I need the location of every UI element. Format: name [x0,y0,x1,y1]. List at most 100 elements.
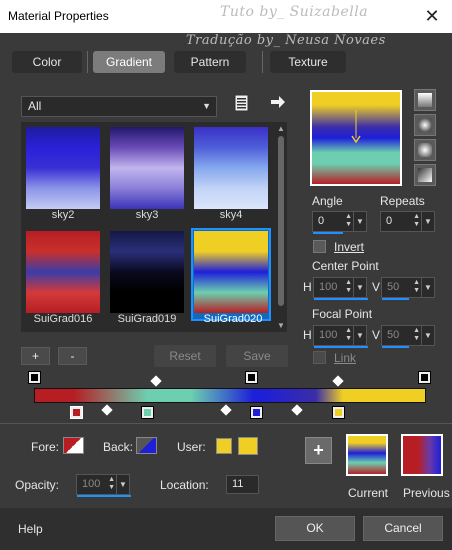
add-swatch-button[interactable]: + [305,437,332,464]
current-label: Current [348,486,389,500]
angle-input[interactable]: 0 ▲ ▼ ▼ [312,211,367,234]
category-dropdown[interactable]: All ▼ [21,96,217,117]
gradient-stop-bar[interactable] [34,388,426,403]
help-link[interactable]: Help [18,522,43,536]
tab-pattern[interactable]: Pattern [174,51,246,73]
transparency-stop-mid[interactable] [245,371,258,384]
scroll-down-icon[interactable]: ▼ [277,321,285,330]
fore-color-swatch[interactable] [63,437,84,454]
angle-slider[interactable] [313,232,343,234]
gradient-swatch [194,127,268,209]
center-h-slider[interactable] [314,298,368,300]
transparency-midpoint[interactable] [332,375,344,387]
spinner-icon[interactable]: ▲ ▼ [345,279,352,295]
back-color-swatch[interactable] [136,437,157,454]
gradient-swatch [26,127,100,209]
angle-handle-icon[interactable] [312,92,400,184]
add-gradient-button[interactable]: + [21,347,50,365]
color-midpoint[interactable] [220,404,232,416]
location-input[interactable]: 11 [226,475,259,494]
style-sunburst-button[interactable] [414,164,436,186]
scroll-up-icon[interactable]: ▲ [277,124,285,133]
color-midpoint[interactable] [291,404,303,416]
opacity-value: 100 [82,478,101,490]
chevron-down-icon[interactable]: ▼ [353,278,366,297]
remove-gradient-button[interactable]: - [58,347,87,365]
gradient-name: sky2 [51,209,75,221]
previous-swatch[interactable] [401,434,443,476]
center-h-input[interactable]: 100 ▲ ▼ ▼ [313,277,368,300]
link-checkbox[interactable] [313,351,326,364]
link-label[interactable]: Link [334,351,356,365]
linear-style-icon [418,93,432,107]
window-title: Material Properties [8,9,109,23]
invert-label[interactable]: Invert [334,240,364,254]
chevron-down-icon[interactable]: ▼ [116,475,129,494]
focal-h-value: 100 [319,329,338,341]
gradient-thumb-suigrad016[interactable]: SuiGrad016 [23,228,103,325]
invert-checkbox[interactable] [313,240,326,253]
library-icon[interactable] [234,94,250,112]
spinner-icon[interactable]: ▲ ▼ [345,213,352,229]
spinner-icon[interactable]: ▲ ▼ [413,279,420,295]
center-v-slider[interactable] [382,298,409,300]
arrow-right-icon[interactable] [270,94,286,110]
color-stop-3[interactable] [250,406,263,419]
reset-button[interactable]: Reset [154,345,216,367]
tab-texture[interactable]: Texture [270,51,346,73]
chevron-down-icon[interactable]: ▼ [421,212,434,231]
gradient-thumb-suigrad020[interactable]: SuiGrad020 [191,228,271,325]
gradient-name: sky4 [219,209,243,221]
focal-h-input[interactable]: 100 ▲ ▼ ▼ [313,325,368,348]
focal-v-input[interactable]: 50 ▲ ▼ ▼ [381,325,435,348]
gradient-thumb-sky2[interactable]: sky2 [23,124,103,221]
style-radial-button[interactable] [414,139,436,161]
current-swatch[interactable] [346,434,388,476]
user-color-swatch-1[interactable] [216,438,232,454]
tab-color[interactable]: Color [12,51,82,73]
chevron-down-icon[interactable]: ▼ [421,278,434,297]
cancel-button[interactable]: Cancel [363,516,443,541]
tab-gradient[interactable]: Gradient [93,51,165,73]
transparency-stop-end[interactable] [418,371,431,384]
chevron-down-icon[interactable]: ▼ [353,212,366,231]
radial-style-icon [418,143,432,157]
color-stop-1[interactable] [70,406,83,419]
location-label: Location: [160,478,209,492]
gradient-swatch [26,231,100,313]
gradient-preview[interactable] [310,90,402,186]
opacity-slider[interactable] [77,495,131,497]
color-stop-4[interactable] [332,406,345,419]
focal-h-label: H [303,328,312,342]
center-v-input[interactable]: 50 ▲ ▼ ▼ [381,277,435,300]
scrollbar-thumb[interactable] [278,136,284,306]
color-stop-2[interactable] [141,406,154,419]
style-linear-button[interactable] [414,89,436,111]
spinner-icon[interactable]: ▲ ▼ [345,327,352,343]
spinner-icon[interactable]: ▲ ▼ [413,213,420,229]
spinner-icon[interactable]: ▲ ▼ [108,476,115,492]
repeats-value: 0 [386,215,393,227]
focal-h-slider[interactable] [314,346,368,348]
chevron-down-icon[interactable]: ▼ [421,326,434,345]
gradient-thumb-sky3[interactable]: sky3 [107,124,187,221]
gradient-thumb-sky4[interactable]: sky4 [191,124,271,221]
sunburst-style-icon [418,168,432,182]
save-button[interactable]: Save [226,345,288,367]
transparency-stop-start[interactable] [28,371,41,384]
library-scrollbar[interactable]: ▲ ▼ [275,122,287,332]
focal-v-slider[interactable] [382,346,409,348]
repeats-input[interactable]: 0 ▲ ▼ ▼ [380,211,435,232]
transparency-midpoint[interactable] [150,375,162,387]
chevron-down-icon[interactable]: ▼ [353,326,366,345]
color-midpoint[interactable] [101,404,113,416]
gradient-thumb-suigrad019[interactable]: SuiGrad019 [107,228,187,325]
user-color-swatch-2[interactable] [238,437,258,455]
ok-button[interactable]: OK [275,516,355,541]
stop-fill [73,409,80,416]
opacity-input[interactable]: 100 ▲ ▼ ▼ [76,474,131,497]
close-icon[interactable]: ✕ [420,4,444,28]
gradient-swatch [110,231,184,313]
style-rectangular-button[interactable] [414,114,436,136]
spinner-icon[interactable]: ▲ ▼ [413,327,420,343]
